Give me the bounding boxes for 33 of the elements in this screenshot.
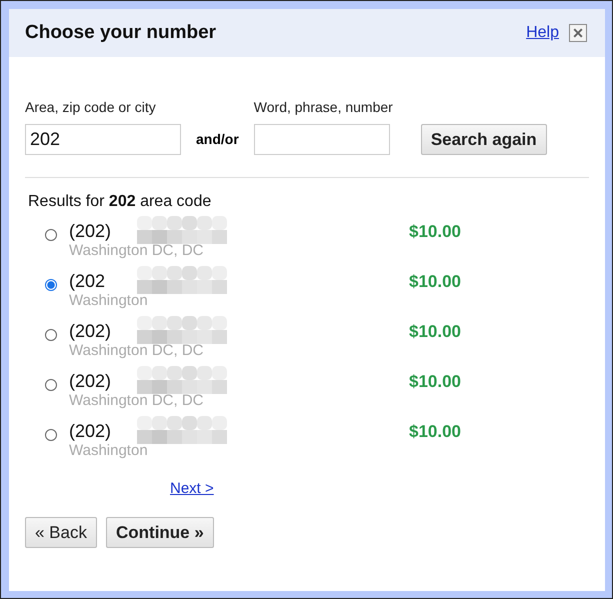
price-text: $10.00 [409, 422, 461, 442]
close-button[interactable]: × [569, 24, 587, 42]
location-text: Washington DC, DC [69, 342, 204, 359]
radio-button[interactable] [45, 379, 57, 391]
price-text: $10.00 [409, 272, 461, 292]
price-text: $10.00 [409, 372, 461, 392]
price-text: $10.00 [409, 222, 461, 242]
help-link[interactable]: Help [526, 24, 559, 42]
phone-number: (202) [69, 421, 112, 442]
location-text: Washington [69, 292, 148, 309]
search-again-button[interactable]: Search again [420, 124, 547, 155]
radio-button[interactable] [45, 229, 57, 241]
price-text: $10.00 [409, 322, 461, 342]
radio-button[interactable] [45, 279, 57, 291]
area-label: Area, zip code or city [25, 99, 157, 115]
area-input[interactable]: 202 [25, 124, 181, 155]
next-link[interactable]: Next > [170, 480, 214, 497]
and-or-label: and/or [196, 130, 239, 149]
dialog-title: Choose your number [25, 22, 218, 44]
phone-number: (202 [69, 271, 106, 292]
phone-number: (202) [69, 321, 112, 342]
radio-button[interactable] [45, 329, 57, 341]
phone-number: (202) [69, 221, 112, 242]
word-label: Word, phrase, number [254, 99, 393, 115]
location-text: Washington DC, DC [69, 242, 204, 259]
location-text: Washington DC, DC [69, 392, 204, 409]
continue-button[interactable]: Continue » [106, 517, 214, 548]
radio-button[interactable] [45, 429, 57, 441]
location-text: Washington [69, 442, 148, 459]
word-input[interactable] [254, 124, 390, 155]
back-button[interactable]: « Back [25, 517, 97, 548]
phone-number: (202) [69, 371, 112, 392]
results-heading: Results for 202 area code [28, 193, 212, 211]
